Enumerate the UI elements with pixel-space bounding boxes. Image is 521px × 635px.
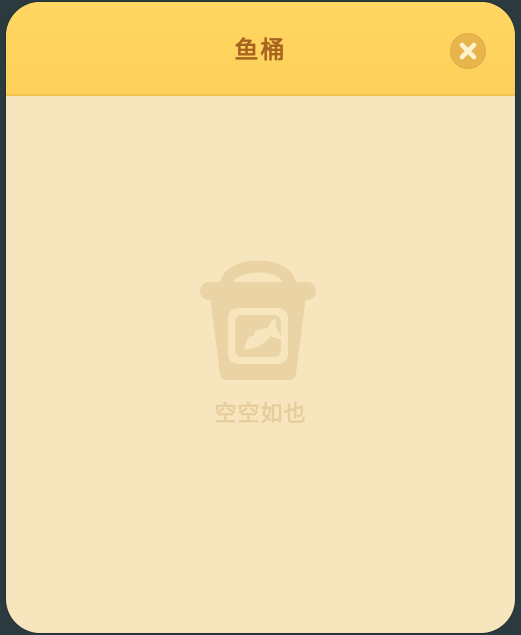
close-icon [459,42,477,60]
close-button[interactable] [450,33,486,69]
fish-bucket-icon [200,260,316,380]
dialog-header: 鱼桶 [6,2,515,96]
empty-message: 空空如也 [214,402,307,427]
dialog-title: 鱼桶 [234,36,287,64]
fish-bucket-dialog: 鱼桶 空空如也 [6,2,515,633]
